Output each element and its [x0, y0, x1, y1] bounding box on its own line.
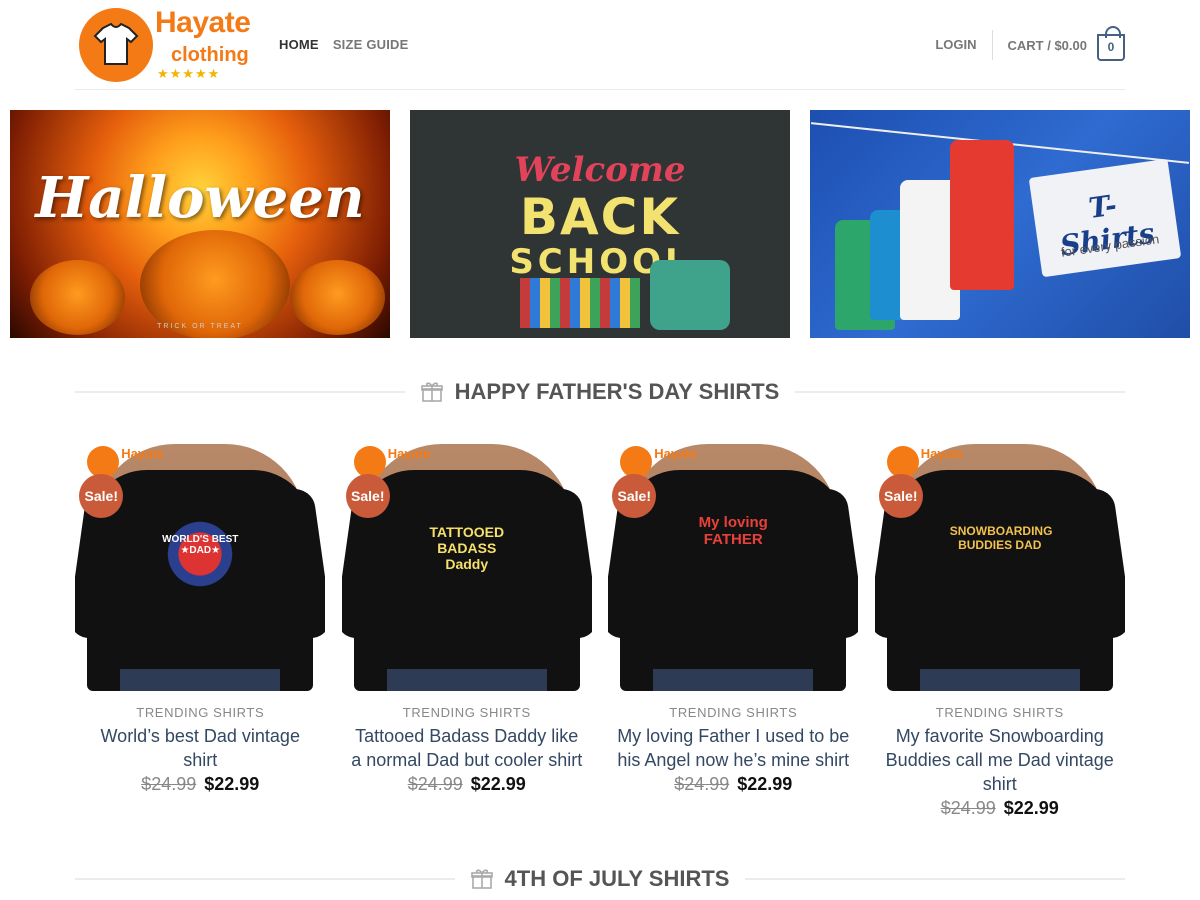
logo-text-clothing: clothing [171, 44, 249, 66]
school-bag-image [650, 260, 730, 330]
sale-price: $22.99 [737, 774, 793, 794]
shirt-print: WORLD'S BEST ★DAD★ [150, 504, 251, 604]
sale-price: $22.99 [204, 774, 260, 794]
shirt-print: My loving FATHER [698, 514, 768, 548]
divider [745, 878, 1126, 880]
site-logo[interactable]: Hayate clothing ★★★★★ [79, 6, 251, 84]
back-to-school-banner[interactable]: Welcome BACK SCHOOL [410, 110, 790, 338]
sale-badge: Sale! [878, 474, 923, 518]
product-price: $24.99 $22.99 [67, 774, 334, 795]
product-card[interactable]: WORLD'S BEST ★DAD★ Hayate Sale! TRENDING… [67, 444, 334, 819]
halloween-banner[interactable]: Halloween TRICK OR TREAT [10, 110, 390, 338]
divider [75, 878, 455, 880]
gift-icon [470, 868, 493, 890]
logo-text-hayate: Hayate [155, 6, 251, 39]
product-category[interactable]: TRENDING SHIRTS [334, 705, 601, 720]
sale-badge: Sale! [345, 474, 390, 518]
product-card[interactable]: My loving FATHER Hayate Sale! TRENDING S… [600, 444, 867, 819]
section-heading-july-4th: 4TH OF JULY SHIRTS [75, 864, 1126, 894]
sale-badge: Sale! [79, 474, 124, 518]
hanging-shirt [950, 140, 1014, 290]
tshirt-logo-icon [79, 8, 153, 82]
cart-count: 0 [1107, 40, 1115, 54]
account-nav: LOGIN CART / $0.00 0 [935, 25, 1125, 61]
tshirts-banner[interactable]: T-Shirts for every passion [810, 110, 1190, 338]
school-text: SCHOOL [509, 242, 691, 282]
product-category[interactable]: TRENDING SHIRTS [600, 705, 867, 720]
welcome-text: Welcome [514, 150, 686, 190]
product-card[interactable]: SNOWBOARDING BUDDIES DAD Hayate Sale! TR… [867, 444, 1134, 819]
divider [75, 391, 405, 393]
trick-or-treat-text: TRICK OR TREAT [157, 323, 243, 330]
section-title-text: HAPPY FATHER'S DAY SHIRTS [454, 379, 780, 404]
product-title[interactable]: My favorite Snowboarding Buddies call me… [882, 724, 1118, 796]
cart-link[interactable]: CART / $0.00 [1008, 38, 1087, 53]
old-price: $24.99 [674, 774, 730, 794]
books-image [520, 278, 640, 328]
product-price: $24.99 $22.99 [867, 798, 1134, 819]
product-image[interactable]: WORLD'S BEST ★DAD★ Hayate Sale! [75, 444, 326, 691]
sale-price: $22.99 [470, 774, 526, 794]
product-price: $24.99 $22.99 [600, 774, 867, 795]
product-image[interactable]: My loving FATHER Hayate Sale! [608, 444, 859, 691]
product-title[interactable]: Tattooed Badass Daddy like a normal Dad … [349, 724, 585, 772]
halloween-title: Halloween [35, 165, 365, 231]
product-image[interactable]: TATTOOED BADASS Daddy Hayate Sale! [341, 444, 592, 691]
product-title[interactable]: World’s best Dad vintage shirt [82, 724, 318, 772]
shirt-print: TATTOOED BADASS Daddy [429, 524, 505, 572]
product-category[interactable]: TRENDING SHIRTS [67, 705, 334, 720]
pumpkin-image [140, 230, 290, 338]
old-price: $24.99 [141, 774, 197, 794]
section-title-text: 4TH OF JULY SHIRTS [504, 866, 730, 891]
divider [795, 391, 1125, 393]
logo-stars: ★★★★★ [157, 66, 221, 81]
product-category[interactable]: TRENDING SHIRTS [867, 705, 1134, 720]
sale-badge: Sale! [612, 474, 657, 518]
old-price: $24.99 [407, 774, 463, 794]
back-text: BACK [519, 188, 681, 246]
shirt-print: SNOWBOARDING BUDDIES DAD [949, 524, 1053, 552]
product-price: $24.99 $22.99 [334, 774, 601, 795]
cart-bag-icon[interactable]: 0 [1097, 25, 1125, 61]
login-link[interactable]: LOGIN [935, 30, 993, 60]
gift-icon [420, 381, 443, 403]
product-card[interactable]: TATTOOED BADASS Daddy Hayate Sale! TREND… [334, 444, 601, 819]
old-price: $24.99 [940, 798, 996, 818]
nav-home[interactable]: HOME [279, 37, 319, 52]
sale-price: $22.99 [1003, 798, 1059, 818]
product-image[interactable]: SNOWBOARDING BUDDIES DAD Hayate Sale! [874, 444, 1125, 691]
nav-size-guide[interactable]: SIZE GUIDE [333, 37, 409, 52]
site-header: Hayate clothing ★★★★★ HOME SIZE GUIDE LO… [75, 0, 1125, 90]
product-title[interactable]: My loving Father I used to be his Angel … [615, 724, 851, 772]
main-nav: HOME SIZE GUIDE [279, 37, 409, 52]
product-grid: WORLD'S BEST ★DAD★ Hayate Sale! TRENDING… [67, 444, 1133, 819]
section-heading-fathers-day: HAPPY FATHER'S DAY SHIRTS [75, 377, 1125, 407]
